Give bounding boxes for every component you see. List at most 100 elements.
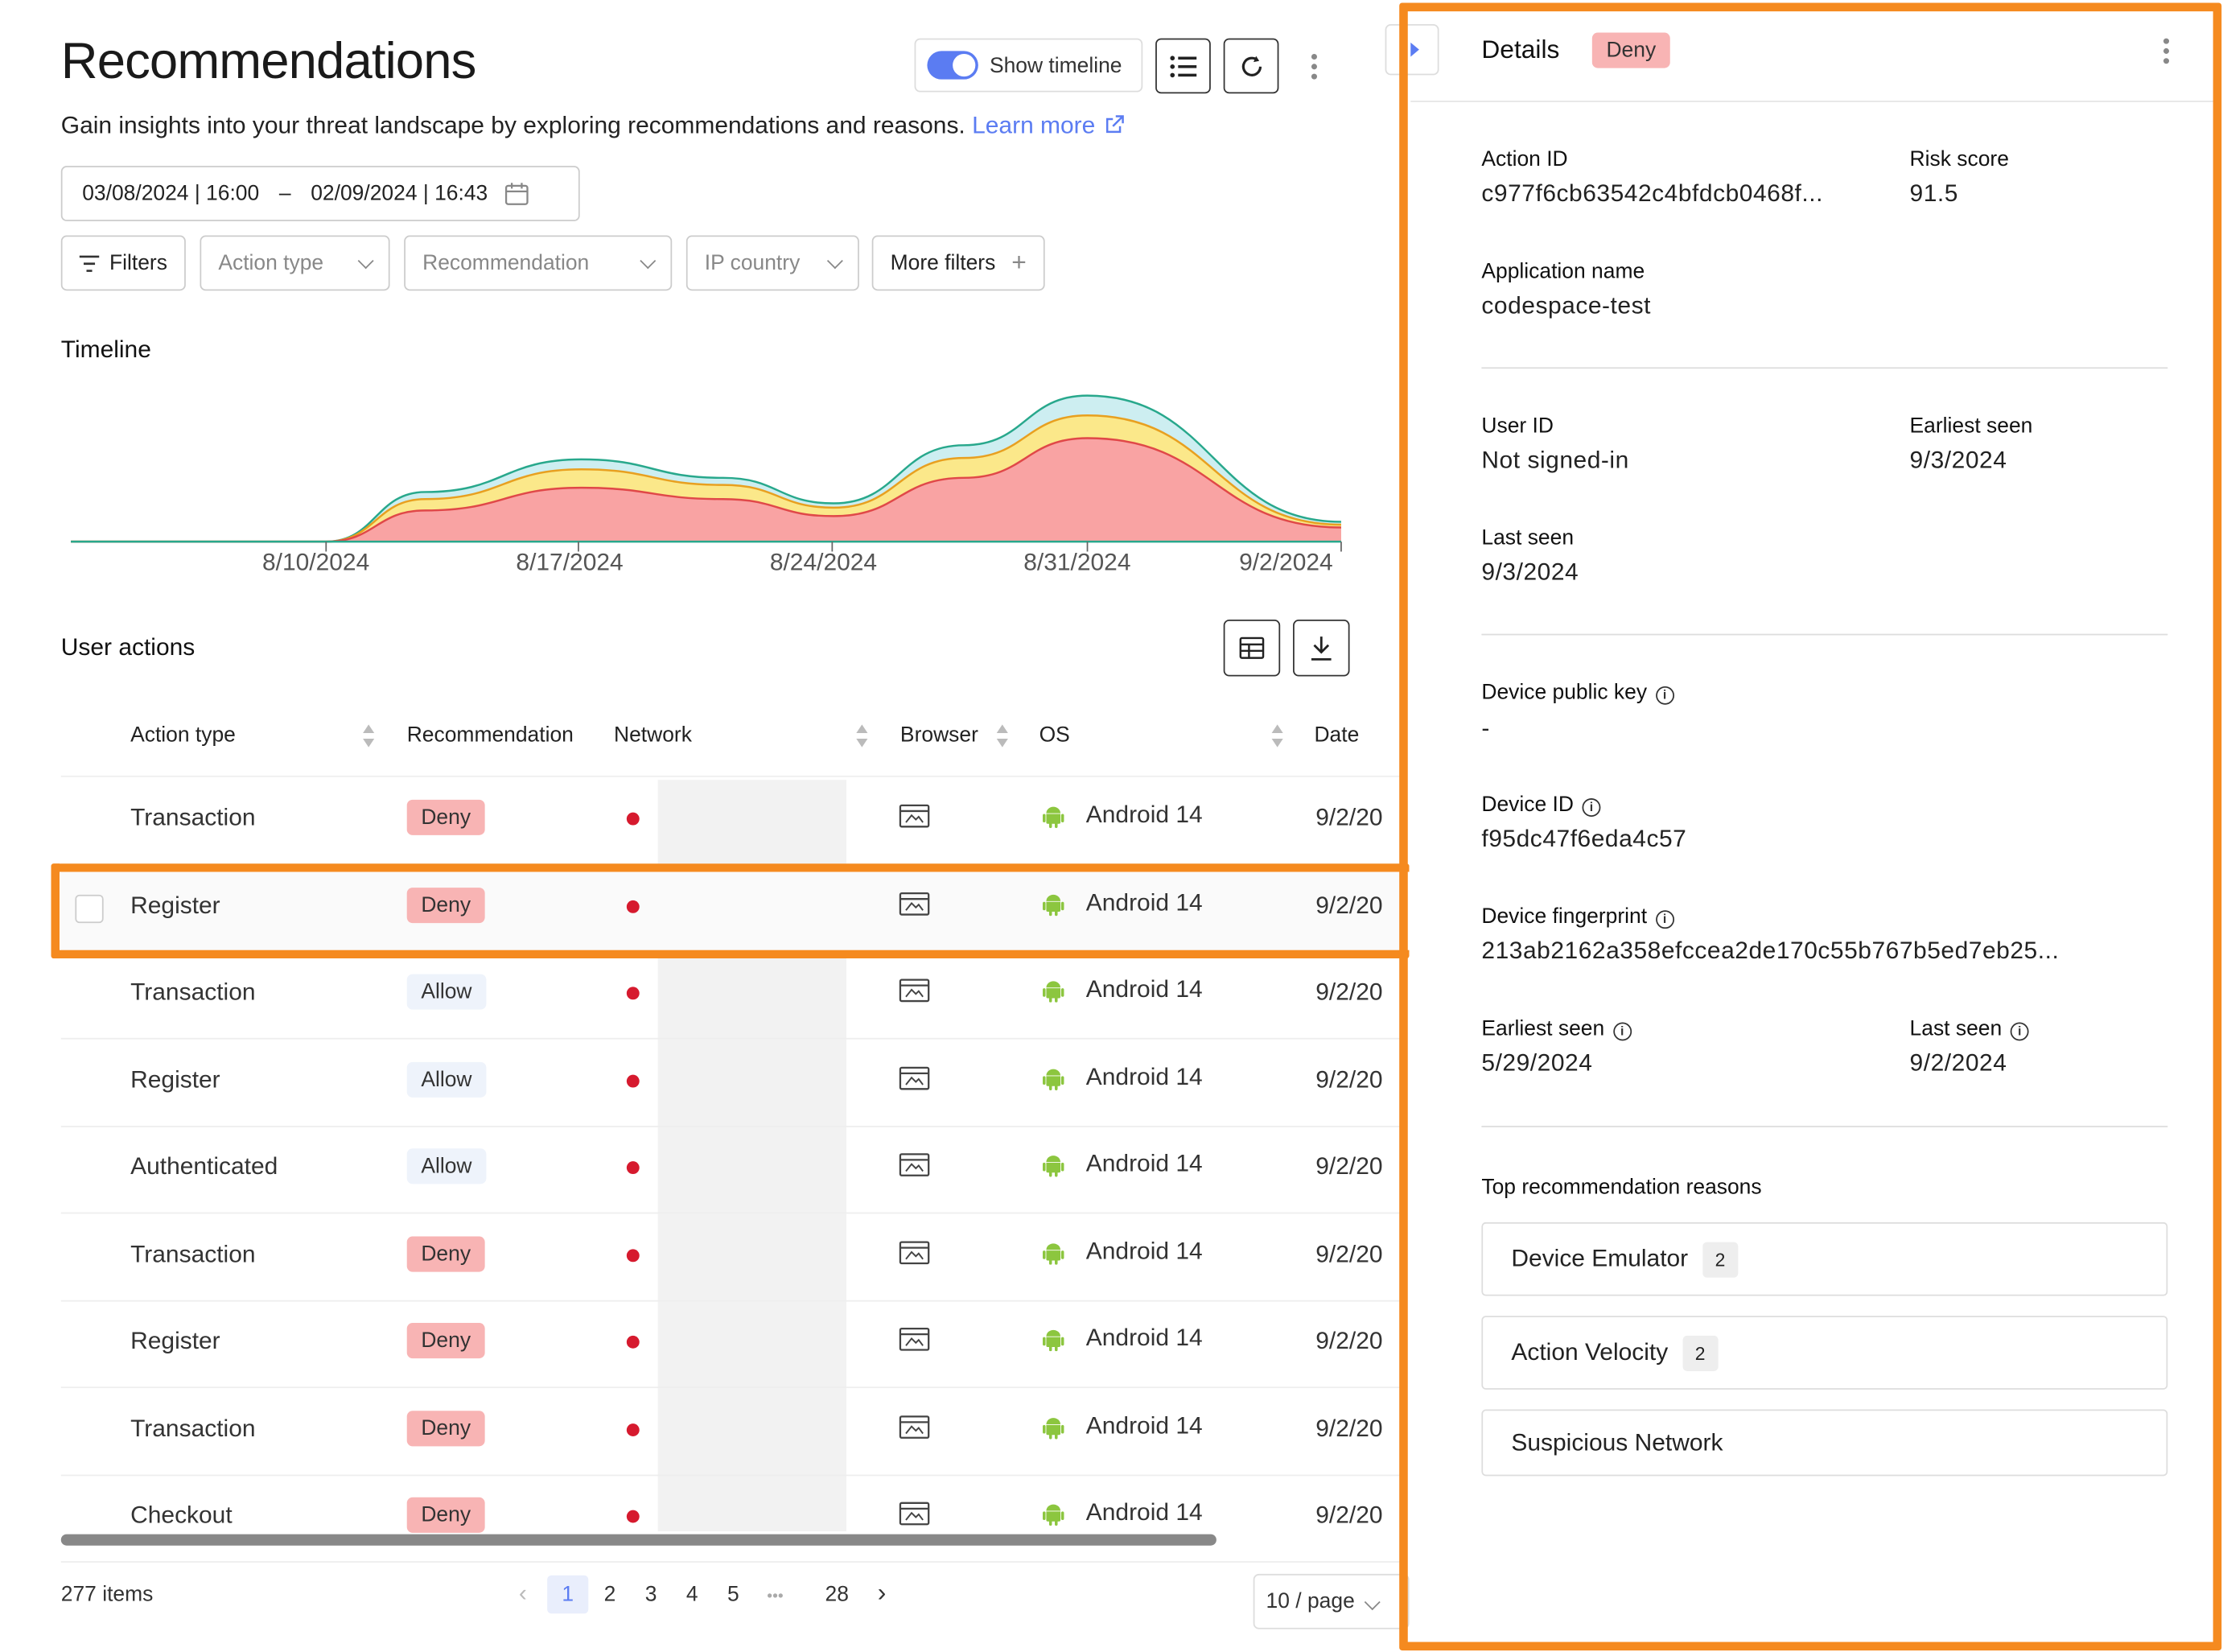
list-view-button[interactable] xyxy=(1155,38,1211,94)
table-icon xyxy=(1239,636,1265,659)
tick-label: 8/24/2024 xyxy=(769,548,878,576)
page-size-select[interactable]: 10 / page xyxy=(1253,1573,1410,1629)
tick-label: 8/31/2024 xyxy=(1023,548,1131,576)
os-cell: Android 14 xyxy=(1085,1237,1203,1264)
prev-page-icon[interactable]: ‹ xyxy=(519,1580,527,1608)
subtitle-text: Gain insights into your threat landscape… xyxy=(60,112,965,139)
browser-icon xyxy=(899,804,930,828)
android-icon xyxy=(1043,1329,1064,1352)
sort-icon[interactable] xyxy=(995,723,1010,749)
user-actions-title: User actions xyxy=(60,633,196,661)
page-1[interactable]: 1 xyxy=(547,1575,589,1614)
recommendation-badge: Deny xyxy=(406,1235,485,1271)
date-cell: 9/2/20 xyxy=(1315,1065,1383,1093)
page-5[interactable]: 5 xyxy=(727,1583,739,1607)
filters-button[interactable]: Filters xyxy=(60,235,186,291)
os-cell: Android 14 xyxy=(1085,1150,1203,1177)
sort-icon[interactable] xyxy=(855,723,870,749)
ip-country-select[interactable]: IP country xyxy=(685,235,859,291)
next-page-icon[interactable]: › xyxy=(878,1578,887,1608)
recommendation-label: Recommendation xyxy=(422,250,590,275)
sort-icon[interactable] xyxy=(361,723,376,749)
table-row[interactable]: Transaction Deny Android 14 9/2/20 xyxy=(60,1214,1402,1301)
action-type-cell: Checkout xyxy=(130,1502,233,1529)
network-status-dot xyxy=(626,812,640,826)
table-settings-button[interactable] xyxy=(1223,620,1281,677)
browser-icon xyxy=(899,1240,930,1264)
tick-label: 8/17/2024 xyxy=(516,548,624,576)
table-row[interactable]: Checkout Deny Android 14 9/2/20 xyxy=(60,1476,1402,1563)
external-link-icon[interactable] xyxy=(1104,115,1124,135)
column-network[interactable]: Network xyxy=(614,723,692,748)
network-status-dot xyxy=(626,1510,640,1523)
recommendation-select[interactable]: Recommendation xyxy=(404,235,673,291)
page-4[interactable]: 4 xyxy=(686,1583,698,1607)
column-action-type[interactable]: Action type xyxy=(130,723,236,748)
android-icon xyxy=(1043,1068,1064,1090)
download-icon xyxy=(1311,636,1332,661)
table-row[interactable]: Transaction Deny Android 14 9/2/20 xyxy=(60,1389,1402,1476)
browser-icon xyxy=(899,1502,930,1526)
date-cell: 9/2/20 xyxy=(1315,1414,1383,1442)
chevron-down-icon xyxy=(640,252,657,269)
recommendation-badge: Allow xyxy=(406,1061,487,1097)
chevron-down-icon xyxy=(1363,1594,1380,1611)
table-row[interactable]: Transaction Deny Android 14 9/2/20 xyxy=(60,778,1402,865)
date-cell: 9/2/20 xyxy=(1315,1239,1383,1267)
plus-icon: + xyxy=(1011,248,1027,277)
date-cell: 9/2/20 xyxy=(1315,1152,1383,1180)
table-row[interactable]: Register Allow Android 14 9/2/20 xyxy=(60,1040,1402,1127)
more-filters-button[interactable]: More filters + xyxy=(871,235,1045,291)
page-28[interactable]: 28 xyxy=(825,1583,849,1607)
filter-icon xyxy=(79,254,100,272)
column-date[interactable]: Date xyxy=(1314,723,1359,748)
date-cell: 9/2/20 xyxy=(1315,978,1383,1006)
date-cell: 9/2/20 xyxy=(1315,1502,1383,1529)
toggle-switch[interactable] xyxy=(927,51,978,80)
page-2[interactable]: 2 xyxy=(604,1583,616,1607)
action-type-cell: Transaction xyxy=(130,978,256,1006)
recommendation-badge: Allow xyxy=(406,974,487,1010)
sort-icon[interactable] xyxy=(1270,723,1285,749)
action-type-cell: Register xyxy=(130,1327,220,1354)
action-type-select[interactable]: Action type xyxy=(200,235,390,291)
os-cell: Android 14 xyxy=(1085,1411,1203,1439)
android-icon xyxy=(1043,1156,1064,1177)
more-options-icon[interactable] xyxy=(1307,52,1322,80)
table-row[interactable]: Authenticated Allow Android 14 9/2/20 xyxy=(60,1127,1402,1214)
refresh-button[interactable] xyxy=(1223,38,1279,94)
network-status-dot xyxy=(626,1335,640,1349)
network-status-dot xyxy=(626,987,640,1000)
horizontal-scrollbar[interactable] xyxy=(60,1534,1216,1546)
download-button[interactable] xyxy=(1293,620,1350,677)
table-row[interactable]: Register Deny Android 14 9/2/20 xyxy=(60,1302,1402,1389)
column-browser[interactable]: Browser xyxy=(900,723,978,748)
page-3[interactable]: 3 xyxy=(645,1583,657,1607)
show-timeline-toggle[interactable]: Show timeline xyxy=(914,38,1143,93)
action-type-cell: Authenticated xyxy=(130,1152,278,1180)
action-type-cell: Transaction xyxy=(130,804,256,831)
recommendation-badge: Deny xyxy=(406,1410,485,1446)
selected-row-highlight xyxy=(51,863,1410,959)
column-recommendation[interactable]: Recommendation xyxy=(407,723,574,748)
page-ellipsis[interactable]: ••• xyxy=(767,1588,783,1605)
recommendation-badge: Deny xyxy=(406,1323,485,1359)
android-icon xyxy=(1043,806,1064,829)
timeline-chart xyxy=(71,394,1342,552)
tick-label: 9/2/2024 xyxy=(1239,548,1333,576)
android-icon xyxy=(1043,1504,1064,1526)
browser-icon xyxy=(899,978,930,1003)
learn-more-link[interactable]: Learn more xyxy=(972,112,1095,138)
network-status-dot xyxy=(626,1073,640,1087)
date-cell: 9/2/20 xyxy=(1315,1327,1383,1354)
browser-icon xyxy=(899,1415,930,1439)
date-range-picker[interactable]: 03/08/2024 | 16:00 – 02/09/2024 | 16:43 xyxy=(60,166,580,221)
column-os[interactable]: OS xyxy=(1039,723,1070,748)
chevron-down-icon xyxy=(826,252,843,269)
tick-label: 8/10/2024 xyxy=(261,548,370,576)
page-size-label: 10 / page xyxy=(1266,1589,1355,1614)
table-row[interactable]: Transaction Allow Android 14 9/2/20 xyxy=(60,953,1402,1040)
recommendation-badge: Deny xyxy=(406,799,485,835)
chevron-down-icon xyxy=(357,252,374,269)
action-type-cell: Transaction xyxy=(130,1239,256,1267)
